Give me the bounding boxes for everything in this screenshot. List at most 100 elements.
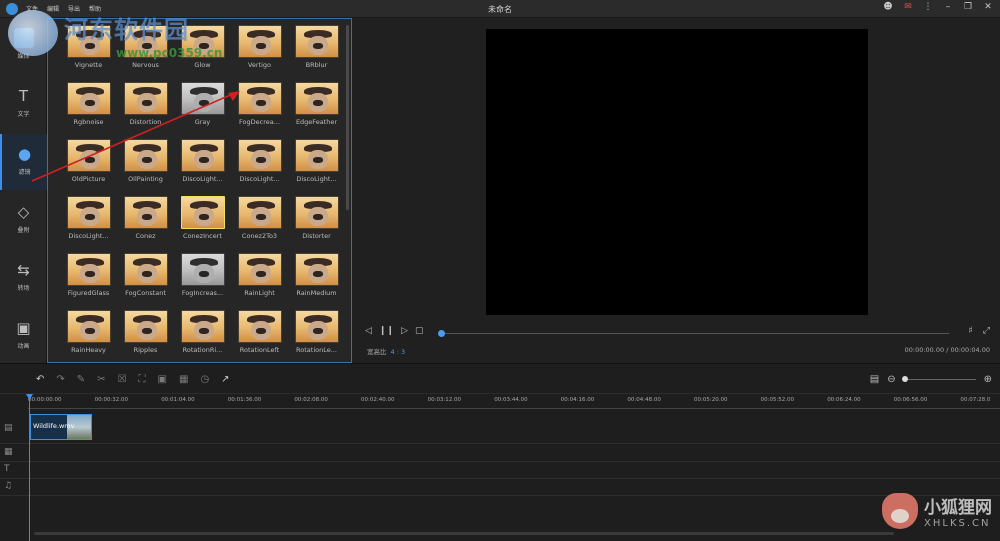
filter-item[interactable]: FiguredGlass (60, 253, 117, 301)
duration-icon[interactable]: ◷ (200, 374, 209, 385)
zoom-in-icon[interactable]: ⊕ (984, 374, 992, 385)
filter-name: RotationLe... (296, 346, 337, 354)
aspect-ratio[interactable]: 宽高比 4 : 3 (367, 346, 405, 356)
filter-item[interactable]: EdgeFeather (288, 82, 345, 130)
ruler-tick-label: 00:02:08.00 (294, 397, 328, 403)
zoom-slider-knob[interactable] (901, 376, 908, 382)
filter-thumbnail (66, 82, 111, 115)
playback-progress-bar[interactable] (441, 333, 949, 334)
cut-icon[interactable]: ✂ (97, 374, 105, 385)
mosaic-icon[interactable]: ▦ (179, 374, 188, 385)
undo-icon[interactable]: ↶ (36, 374, 44, 385)
filter-item[interactable]: ConezIncert (174, 196, 231, 244)
filter-item[interactable]: RainMedium (288, 253, 345, 301)
filter-thumbnail (123, 196, 168, 229)
sidebar-item-filter[interactable]: ● 滤镜 (0, 134, 47, 190)
filter-item[interactable]: Vertigo (231, 25, 288, 73)
filter-name: RainMedium (296, 289, 337, 297)
more-icon[interactable]: ⋮ (922, 2, 934, 12)
timeline-ruler[interactable]: 00:00:00.00 00:00:32.00 00:01:04.00 00:01:3… (28, 397, 1000, 409)
filter-thumbnail (123, 310, 168, 343)
volume-icon[interactable]: ♯ (968, 326, 972, 336)
sidebar-item-overlay[interactable]: ◇ 叠附 (0, 192, 47, 248)
filter-name: FogConstant (125, 289, 166, 297)
filter-thumbnail (123, 139, 168, 172)
filter-item[interactable]: RotationLe... (288, 310, 345, 358)
zoom-out-icon[interactable]: ⊖ (887, 374, 895, 385)
delete-icon[interactable]: ☒ (118, 374, 127, 385)
filter-item[interactable]: Gray (174, 82, 231, 130)
sidebar-item-label: 转场 (17, 285, 30, 292)
video-clip[interactable]: Wildlife.wmv (30, 414, 92, 440)
playback-time: 00:00:00.00 / 00:00:04.00 (904, 346, 990, 354)
watermark-logo-icon (8, 10, 58, 56)
filter-scrollbar[interactable] (346, 25, 349, 210)
zoom-slider[interactable] (901, 376, 976, 382)
filter-item[interactable]: OldPicture (60, 139, 117, 187)
playback-progress-knob[interactable] (438, 330, 445, 337)
filter-item[interactable]: FogDecrea... (231, 82, 288, 130)
text-icon: T (18, 87, 29, 105)
filter-item[interactable]: RotationLeft (231, 310, 288, 358)
pause-icon[interactable]: ❙❙ (379, 326, 394, 336)
redo-icon[interactable]: ↷ (56, 374, 64, 385)
fullscreen-icon[interactable]: ⤢ (983, 326, 990, 336)
filter-name: FogDecrea... (239, 118, 280, 126)
ruler-line (28, 408, 1000, 409)
filter-item[interactable]: Conez (117, 196, 174, 244)
filter-item[interactable]: FogConstant (117, 253, 174, 301)
aspect-ratio-value[interactable]: 4 : 3 (391, 348, 406, 356)
sidebar-item-transition[interactable]: ⇆ 转场 (0, 250, 47, 306)
export-icon[interactable]: ↗ (221, 374, 229, 385)
timeline-zoom: ▤ ⊖ ⊕ (870, 374, 992, 385)
close-icon[interactable]: ✕ (982, 2, 994, 12)
menu-edit[interactable]: 编辑 (47, 4, 59, 13)
filter-item[interactable]: OilPainting (117, 139, 174, 187)
filter-thumbnail (237, 253, 282, 286)
filter-name: DiscoLight... (296, 175, 337, 183)
filter-item[interactable]: RainLight (231, 253, 288, 301)
playhead[interactable] (29, 397, 30, 541)
sidebar-item-text[interactable]: T 文字 (0, 76, 47, 132)
filter-name: Distortion (129, 118, 162, 126)
filter-item[interactable]: DiscoLight... (60, 196, 117, 244)
edit-icon[interactable]: ✎ (77, 374, 85, 385)
restore-icon[interactable]: ❐ (962, 2, 974, 12)
filter-item[interactable]: RotationRi... (174, 310, 231, 358)
overlay-track-icon: ▦ (4, 447, 13, 457)
ruler-tick-label: 00:05:52.00 (760, 397, 795, 403)
filter-item[interactable]: Distortion (117, 82, 174, 130)
filter-item[interactable]: Rgbnoise (60, 82, 117, 130)
filter-thumbnail (237, 25, 282, 58)
minimize-icon[interactable]: – (942, 2, 954, 12)
filter-thumbnail (180, 310, 225, 343)
filter-item[interactable]: BRblur (288, 25, 345, 73)
filter-item[interactable]: Conez2To3 (231, 196, 288, 244)
message-icon[interactable]: ✉ (902, 2, 914, 12)
sidebar-item-label: 动画 (17, 343, 30, 350)
prev-frame-icon[interactable]: ◁ (365, 326, 372, 336)
filter-name: Vertigo (247, 61, 272, 69)
fox-logo-icon (882, 493, 918, 529)
filter-item[interactable]: FogIncreas... (174, 253, 231, 301)
filter-item[interactable]: Ripples (117, 310, 174, 358)
resize-icon[interactable]: ▣ (158, 374, 167, 385)
filter-item[interactable]: DiscoLight... (174, 139, 231, 187)
filter-thumbnail (294, 139, 339, 172)
filter-item[interactable]: RainHeavy (60, 310, 117, 358)
filter-thumbnail (294, 310, 339, 343)
filter-grid: Vignette Nervous Glow Vertigo BRblur Rgbnoise… (60, 25, 345, 358)
stop-icon[interactable]: ▢ (415, 326, 424, 336)
preview-screen (486, 29, 868, 315)
timeline-scrollbar[interactable] (34, 532, 894, 535)
window-controls: ☻ ✉ ⋮ – ❐ ✕ (882, 2, 994, 12)
timeline-panel: ↶ ↷ ✎ ✂ ☒ ⛶ ▣ ▦ ◷ ↗ ▤ ⊖ ⊕ 00:00:00.00 00:… (0, 363, 1000, 541)
sidebar-item-animation[interactable]: ▣ 动画 (0, 308, 47, 364)
user-icon[interactable]: ☻ (882, 2, 894, 12)
fit-icon[interactable]: ▤ (870, 374, 879, 385)
filter-item[interactable]: DiscoLight... (231, 139, 288, 187)
crop-icon[interactable]: ⛶ (139, 374, 146, 385)
next-frame-icon[interactable]: ▷ (401, 326, 408, 336)
filter-item[interactable]: DiscoLight... (288, 139, 345, 187)
filter-item[interactable]: Distorter (288, 196, 345, 244)
